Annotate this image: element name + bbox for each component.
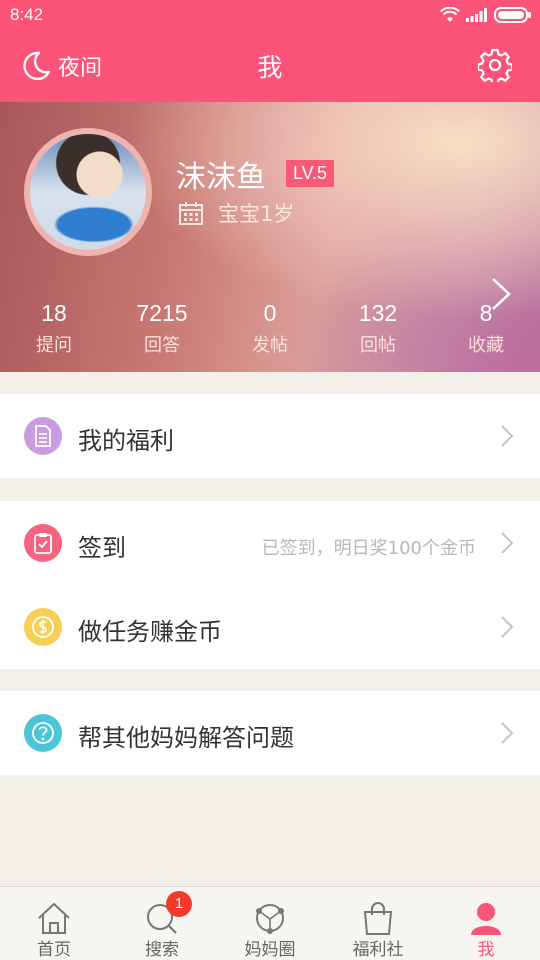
stat-label: 发帖 bbox=[252, 335, 288, 356]
stat-label: 回答 bbox=[144, 335, 180, 356]
tab-label: 我 bbox=[477, 940, 495, 960]
stat-value: 8 bbox=[479, 300, 493, 326]
stat-value: 0 bbox=[263, 300, 277, 326]
welfare-card: 我的福利 bbox=[0, 394, 540, 478]
help-card: 帮其他妈妈解答问题 bbox=[0, 691, 540, 775]
status-bar: 8:42 bbox=[0, 0, 540, 30]
tab-me[interactable]: 我 bbox=[432, 887, 540, 960]
tab-label: 搜索 bbox=[145, 940, 179, 960]
tab-home[interactable]: 首页 bbox=[0, 887, 108, 960]
menu-item-label: 做任务赚金币 bbox=[78, 618, 222, 646]
tab-search[interactable]: 1 搜索 bbox=[108, 887, 216, 960]
username: 沫沫鱼 bbox=[176, 160, 266, 195]
stat-value: 18 bbox=[41, 300, 67, 326]
top-bar: 夜间 我 bbox=[0, 30, 540, 102]
chevron-right-icon bbox=[501, 425, 514, 447]
menu-item-welfare[interactable]: 我的福利 bbox=[0, 394, 540, 478]
stat-favorites[interactable]: 8 收藏 bbox=[432, 300, 540, 357]
document-icon bbox=[24, 417, 62, 455]
tab-label: 妈妈圈 bbox=[244, 940, 296, 960]
menu-item-help[interactable]: 帮其他妈妈解答问题 bbox=[0, 691, 540, 775]
stat-posts[interactable]: 0 发帖 bbox=[216, 300, 324, 357]
menu-item-label: 我的福利 bbox=[78, 427, 174, 455]
tab-welfare-shop[interactable]: 福利社 bbox=[324, 887, 432, 960]
stat-replies[interactable]: 132 回帖 bbox=[324, 300, 432, 357]
status-icons bbox=[440, 6, 532, 24]
settings-gear-icon[interactable] bbox=[478, 48, 512, 82]
menu-item-checkin[interactable]: 签到 已签到，明日奖100个金币 bbox=[0, 501, 540, 585]
avatar[interactable] bbox=[24, 128, 152, 256]
tab-mom-circle[interactable]: 妈妈圈 bbox=[216, 887, 324, 960]
tab-label: 福利社 bbox=[352, 940, 404, 960]
stat-questions[interactable]: 18 提问 bbox=[0, 300, 108, 357]
stat-value: 132 bbox=[358, 300, 398, 326]
person-icon bbox=[471, 903, 501, 935]
tab-label: 首页 bbox=[37, 940, 71, 960]
stat-answers[interactable]: 7215 回答 bbox=[108, 300, 216, 357]
stat-label: 回帖 bbox=[360, 335, 396, 356]
shopping-bag-icon bbox=[363, 902, 393, 935]
chevron-right-icon bbox=[501, 722, 514, 744]
wifi-icon bbox=[440, 7, 460, 22]
menu-item-label: 帮其他妈妈解答问题 bbox=[78, 724, 294, 752]
menu-item-label: 签到 bbox=[78, 534, 126, 562]
checkin-status-note: 已签到，明日奖100个金币 bbox=[261, 538, 476, 559]
baby-age: 宝宝1岁 bbox=[218, 202, 295, 226]
chevron-right-icon bbox=[501, 532, 514, 554]
home-icon bbox=[38, 902, 70, 934]
calendar-icon bbox=[179, 202, 203, 225]
signal-icon bbox=[466, 8, 487, 22]
stat-label: 收藏 bbox=[468, 335, 504, 356]
baby-info: 宝宝1岁 bbox=[178, 198, 294, 228]
stat-label: 提问 bbox=[36, 335, 72, 356]
menu-item-tasks[interactable]: 做任务赚金币 bbox=[0, 585, 540, 669]
chevron-right-icon bbox=[501, 616, 514, 638]
question-icon bbox=[24, 714, 62, 752]
stat-value: 7215 bbox=[136, 300, 188, 326]
page-title: 我 bbox=[257, 53, 283, 82]
battery-icon bbox=[494, 7, 531, 23]
coins-card: 签到 已签到，明日奖100个金币 做任务赚金币 bbox=[0, 501, 540, 669]
level-badge: LV.5 bbox=[286, 160, 335, 187]
notification-badge: 1 bbox=[166, 891, 192, 917]
coin-icon bbox=[24, 608, 62, 646]
circle-network-icon bbox=[256, 904, 284, 934]
status-time: 8:42 bbox=[10, 5, 44, 24]
profile-stats: 18 提问 7215 回答 0 发帖 132 回帖 8 收藏 bbox=[0, 300, 540, 357]
bottom-tab-bar: 首页 1 搜索 妈妈圈 福利社 我 bbox=[0, 886, 540, 960]
clipboard-check-icon bbox=[24, 524, 62, 562]
